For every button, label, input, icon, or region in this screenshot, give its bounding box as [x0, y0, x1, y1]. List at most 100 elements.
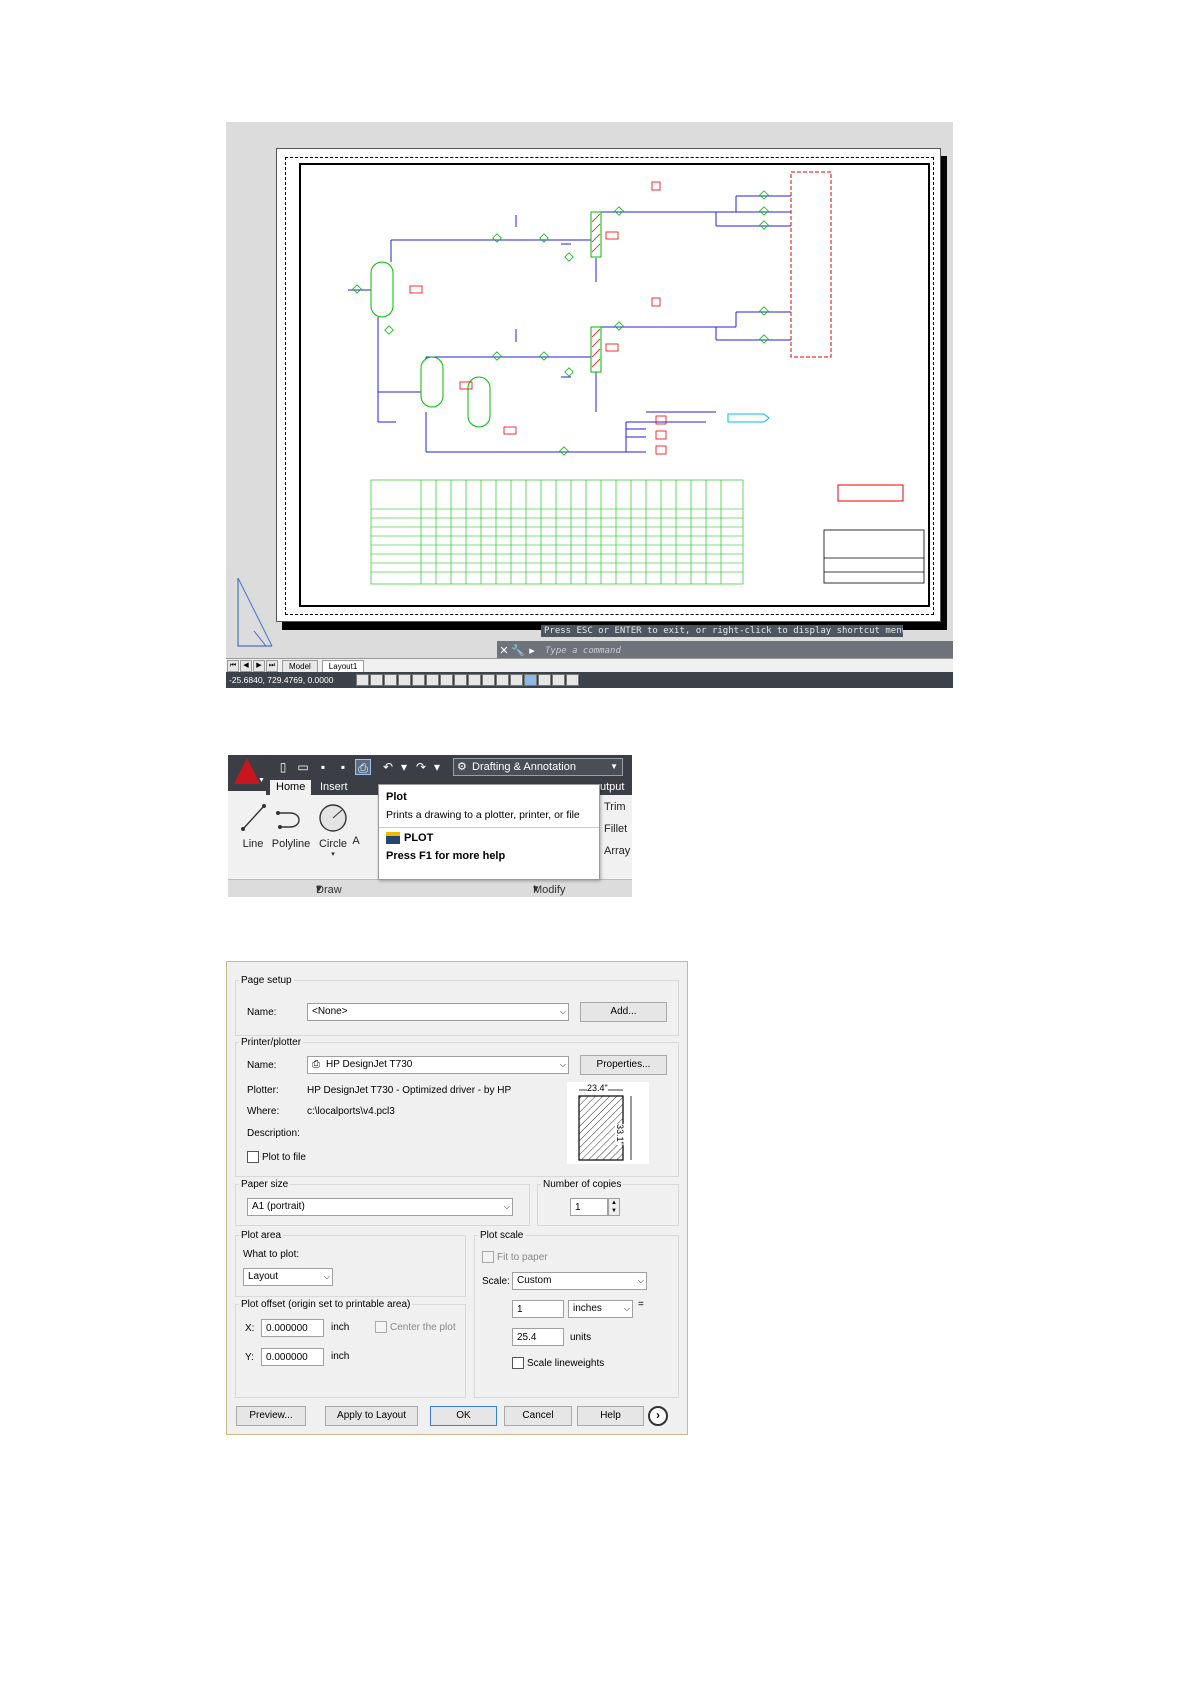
issue-stamp — [837, 484, 904, 502]
save-icon[interactable]: ▪ — [315, 759, 331, 775]
tooltip-command: PLOT — [386, 832, 592, 844]
plot-offset-label: Plot offset (origin set to printable are… — [239, 1299, 413, 1310]
scale-select[interactable]: Custom ⌵ — [512, 1272, 647, 1290]
dynamic-input-icon[interactable] — [482, 674, 495, 686]
gear-icon: ⚙ — [457, 761, 467, 773]
draw-panel-label[interactable]: Draw ▾ — [316, 882, 342, 896]
application-menu-button[interactable]: ▼ — [228, 755, 266, 791]
modify-panel-label[interactable]: Modify ▾ — [533, 882, 565, 896]
paper-model-icon[interactable] — [566, 674, 579, 686]
cancel-button[interactable]: Cancel — [504, 1406, 572, 1426]
fit-to-paper-checkbox[interactable]: Fit to paper — [482, 1251, 548, 1263]
polyline-tool[interactable]: Polyline — [269, 801, 313, 850]
tab-layout1[interactable]: Layout1 — [321, 659, 365, 672]
fillet-tool[interactable]: Fillet — [604, 823, 627, 835]
workspace-selector[interactable]: ⚙ Drafting & Annotation ▼ — [453, 758, 623, 776]
3d-object-snap-icon[interactable] — [440, 674, 453, 686]
snap-mode-icon[interactable] — [370, 674, 383, 686]
offsite-arrow — [727, 413, 770, 423]
equipment-table — [370, 479, 744, 585]
array-tool[interactable]: Array — [604, 845, 630, 857]
help-button[interactable]: Help — [577, 1406, 644, 1426]
quick-properties-icon[interactable] — [524, 674, 537, 686]
annotation-monitor-icon[interactable] — [552, 674, 565, 686]
plotter-value: HP DesignJet T730 - Optimized driver - b… — [307, 1085, 512, 1096]
copies-label: Number of copies — [541, 1179, 624, 1190]
ribbon-panel-footer: Draw ▾ Modify ▾ — [228, 879, 632, 897]
status-bar: -25.6840, 729.4769, 0.0000 — [226, 672, 953, 688]
undo-dropdown-icon[interactable]: ▾ — [396, 759, 412, 775]
first-tab-icon[interactable]: ⏮ — [227, 659, 239, 672]
offset-x-input[interactable] — [261, 1319, 324, 1337]
dynamic-ucs-icon[interactable] — [468, 674, 481, 686]
copies-spinner[interactable]: ▲ ▼ — [608, 1198, 620, 1216]
polar-tracking-icon[interactable] — [412, 674, 425, 686]
scale-value1-input[interactable] — [512, 1300, 564, 1318]
save-as-icon[interactable]: ▪ — [335, 759, 351, 775]
chevron-down-icon: ⌵ — [323, 1272, 330, 1281]
printer-properties-button[interactable]: Properties... — [580, 1055, 667, 1075]
paper-size-select[interactable]: A1 (portrait) ⌵ — [247, 1198, 513, 1216]
printer-name-select[interactable]: ⎙ HP DesignJet T730 ⌵ — [307, 1056, 569, 1074]
wrench-icon[interactable]: 🔧 — [511, 644, 525, 658]
ribbon-screenshot: ▯ ▭ ▪ ▪ ⎙ ↶ ▾ ↷ ▾ ⚙ Drafting & Annotatio… — [228, 755, 632, 897]
spin-down-icon[interactable]: ▼ — [609, 1207, 619, 1215]
page-setup-name-select[interactable]: <None> ⌵ — [307, 1003, 569, 1021]
scale-units-label: units — [570, 1332, 592, 1343]
scale-lineweights-checkbox[interactable]: Scale lineweights — [512, 1357, 604, 1369]
ok-button[interactable]: OK — [430, 1406, 497, 1426]
chevron-down-icon: ⌵ — [559, 1060, 566, 1069]
tooltip-title: Plot — [386, 791, 407, 803]
paper-preview-diagram — [578, 1089, 632, 1161]
tab-insert[interactable]: Insert — [314, 780, 354, 795]
grid-display-icon[interactable] — [384, 674, 397, 686]
plot-to-file-checkbox[interactable]: Plot to file — [247, 1151, 306, 1163]
close-icon[interactable]: ✕ — [497, 644, 511, 658]
tab-home[interactable]: Home — [270, 780, 312, 795]
last-tab-icon[interactable]: ⏭ — [266, 659, 278, 672]
command-history-icon[interactable]: ▸ — [525, 644, 539, 658]
trim-tool[interactable]: Trim — [604, 801, 626, 813]
scale-unit-select[interactable]: inches ⌵ — [568, 1300, 633, 1318]
plotter-label: Plotter: — [247, 1085, 279, 1096]
tab-model[interactable]: Model — [282, 659, 318, 672]
offset-x-unit: inch — [331, 1322, 350, 1333]
tooltip-description: Prints a drawing to a plotter, printer, … — [386, 809, 580, 821]
object-snap-icon[interactable] — [426, 674, 439, 686]
next-tab-icon[interactable]: ▶ — [253, 659, 265, 672]
more-options-icon[interactable]: › — [648, 1406, 668, 1426]
apply-to-layout-button[interactable]: Apply to Layout — [325, 1406, 418, 1426]
arc-tool[interactable]: A — [346, 801, 366, 847]
arc-label: A — [352, 835, 360, 847]
command-input[interactable] — [545, 643, 953, 659]
spin-up-icon[interactable]: ▲ — [609, 1199, 619, 1207]
valves — [352, 190, 769, 456]
transparency-icon[interactable] — [510, 674, 523, 686]
plot-icon[interactable]: ⎙ — [355, 759, 371, 775]
infer-constraints-icon[interactable] — [356, 674, 369, 686]
what-to-plot-select[interactable]: Layout ⌵ — [243, 1268, 333, 1286]
object-snap-tracking-icon[interactable] — [454, 674, 467, 686]
offset-y-label: Y: — [245, 1352, 254, 1363]
ortho-mode-icon[interactable] — [398, 674, 411, 686]
plot-icon — [386, 832, 400, 844]
redo-icon[interactable]: ↷ — [413, 759, 429, 775]
chevron-down-icon: ⌵ — [623, 1304, 630, 1313]
lineweight-icon[interactable] — [496, 674, 509, 686]
selection-cycling-icon[interactable] — [538, 674, 551, 686]
plot-dialog: Page setup Name: <None> ⌵ Add... Printer/… — [226, 961, 688, 1435]
offset-y-input[interactable] — [261, 1348, 324, 1366]
add-page-setup-button[interactable]: Add... — [580, 1002, 667, 1022]
scale-value2-input[interactable] — [512, 1328, 564, 1346]
new-icon[interactable]: ▯ — [275, 759, 291, 775]
redo-dropdown-icon[interactable]: ▾ — [429, 759, 445, 775]
preview-button[interactable]: Preview... — [236, 1406, 306, 1426]
prev-tab-icon[interactable]: ◀ — [240, 659, 252, 672]
plot-area-label: Plot area — [239, 1230, 284, 1241]
open-icon[interactable]: ▭ — [295, 759, 311, 775]
quick-access-toolbar: ▯ ▭ ▪ ▪ ⎙ ↶ ▾ ↷ ▾ ⚙ Drafting & Annotatio… — [228, 755, 632, 779]
paper-preview: 23.4" 33.1" — [567, 1082, 649, 1164]
undo-icon[interactable]: ↶ — [380, 759, 396, 775]
center-plot-checkbox[interactable]: Center the plot — [375, 1321, 456, 1333]
copies-input[interactable] — [570, 1198, 608, 1216]
